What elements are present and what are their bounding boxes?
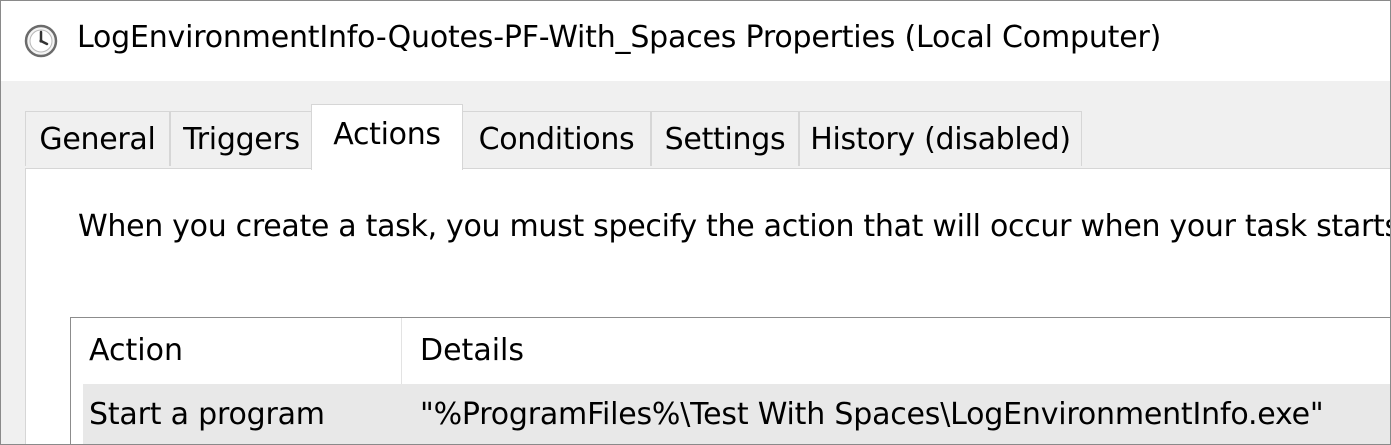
tab-settings[interactable]: Settings bbox=[651, 111, 799, 166]
list-header: Action Details bbox=[71, 318, 1390, 384]
dialog-body: General Triggers Actions Conditions Sett… bbox=[1, 81, 1390, 444]
tab-conditions[interactable]: Conditions bbox=[462, 111, 651, 166]
row-details-cell: "%ProgramFiles%\Test With Spaces\LogEnvi… bbox=[420, 397, 1324, 432]
actions-list[interactable]: Action Details Start a program "%Program… bbox=[70, 317, 1390, 444]
window-title: LogEnvironmentInfo-Quotes-PF-With_Spaces… bbox=[77, 20, 1162, 55]
tab-actions[interactable]: Actions bbox=[311, 104, 463, 170]
tab-general[interactable]: General bbox=[25, 111, 170, 166]
column-header-action[interactable]: Action bbox=[71, 318, 401, 384]
instruction-text: When you create a task, you must specify… bbox=[78, 209, 1391, 244]
actions-tab-panel: When you create a task, you must specify… bbox=[25, 168, 1391, 444]
properties-dialog: LogEnvironmentInfo-Quotes-PF-With_Spaces… bbox=[0, 0, 1391, 445]
column-header-details[interactable]: Details bbox=[402, 318, 1390, 384]
tab-triggers[interactable]: Triggers bbox=[170, 111, 313, 166]
row-action-cell: Start a program bbox=[89, 397, 325, 432]
table-row[interactable]: Start a program "%ProgramFiles%\Test Wit… bbox=[83, 384, 1390, 444]
title-bar: LogEnvironmentInfo-Quotes-PF-With_Spaces… bbox=[1, 1, 1390, 81]
tab-history[interactable]: History (disabled) bbox=[799, 111, 1082, 166]
clock-icon bbox=[24, 24, 58, 58]
